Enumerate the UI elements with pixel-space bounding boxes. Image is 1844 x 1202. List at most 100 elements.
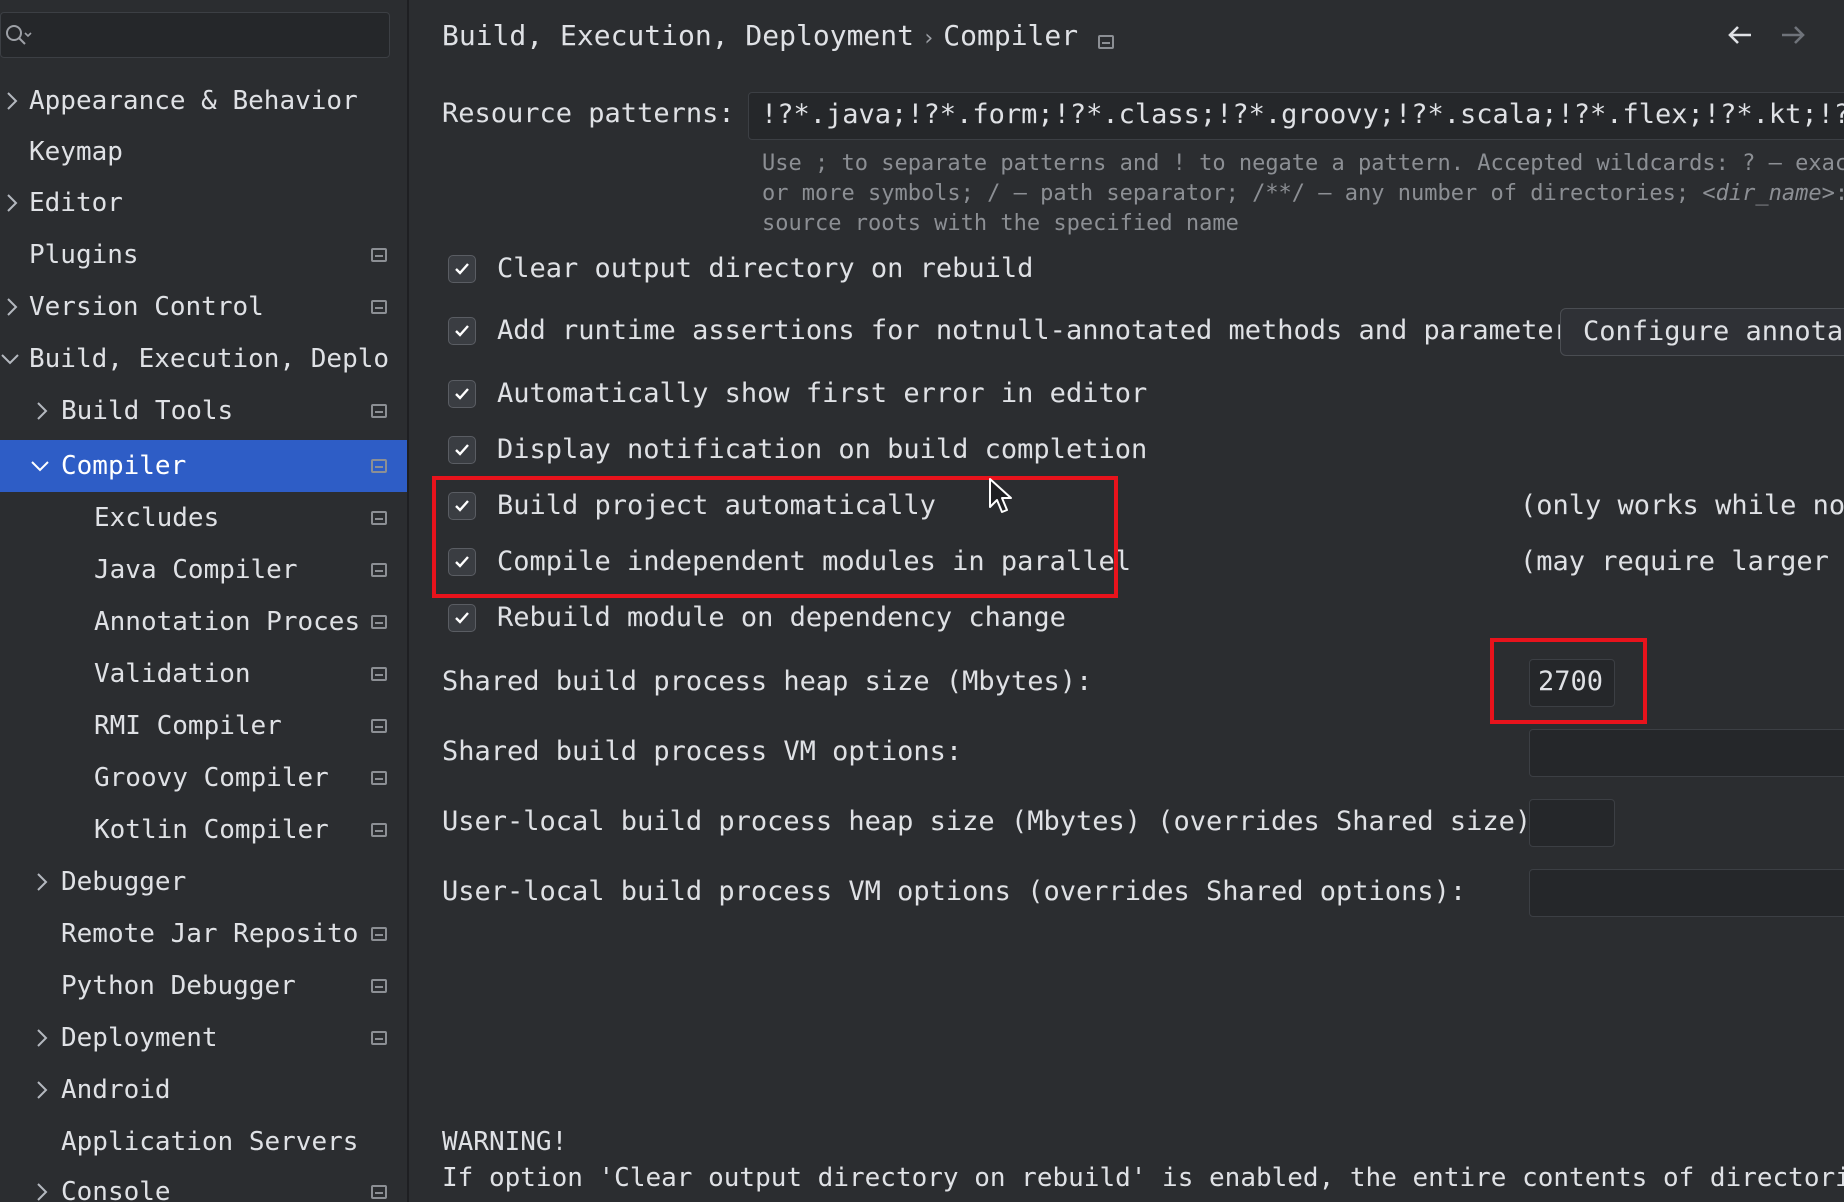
show-first-error-checkbox[interactable] (448, 380, 476, 408)
clear-output-checkbox[interactable] (448, 255, 476, 283)
sidebar-item-annotation-processors[interactable]: Annotation Proces (0, 596, 407, 648)
rebuild-module-option[interactable]: Rebuild module on dependency change (448, 597, 1248, 641)
sidebar-item-label: Build Tools (61, 396, 234, 426)
sidebar-item-label: Kotlin Compiler (94, 815, 329, 845)
settings-sidebar: Appearance & Behavior Keymap Editor Plug… (0, 0, 409, 1202)
sidebar-item-java-compiler[interactable]: Java Compiler (0, 544, 407, 596)
sidebar-item-label: Groovy Compiler (94, 763, 329, 793)
user-vm-options-input[interactable] (1529, 869, 1844, 917)
resource-patterns-hint-line3: source roots with the specified name (762, 211, 1239, 236)
sidebar-item-rmi-compiler[interactable]: RMI Compiler (0, 700, 407, 752)
project-scope-icon (371, 404, 387, 418)
checkmark-icon (455, 612, 469, 624)
chevron-right-icon (37, 1081, 48, 1099)
sidebar-item-label: Compiler (61, 451, 187, 481)
settings-search-input[interactable] (0, 12, 390, 58)
project-scope-icon (371, 459, 387, 473)
sidebar-item-appearance[interactable]: Appearance & Behavior (0, 75, 407, 127)
show-first-error-option[interactable]: Automatically show first error in editor (448, 373, 1248, 417)
highlight-build-options (432, 476, 1118, 598)
sidebar-item-validation[interactable]: Validation (0, 648, 407, 700)
sidebar-item-keymap[interactable]: Keymap (0, 126, 407, 178)
sidebar-item-label: Plugins (29, 240, 139, 270)
back-arrow-icon[interactable] (1723, 18, 1757, 52)
runtime-assertions-checkbox[interactable] (448, 317, 476, 345)
project-scope-icon (371, 1185, 387, 1199)
project-scope-icon (371, 300, 387, 314)
compile-parallel-note: (may require larger h (1520, 546, 1844, 577)
sidebar-item-build-tools[interactable]: Build Tools (0, 385, 407, 437)
chevron-right-icon (37, 1029, 48, 1047)
chevron-right-icon (37, 873, 48, 891)
sidebar-item-label: Java Compiler (94, 555, 298, 585)
chevron-right-icon (7, 92, 18, 110)
sidebar-item-deployment[interactable]: Deployment (0, 1012, 407, 1064)
display-notification-checkbox[interactable] (448, 436, 476, 464)
build-automatically-note: (only works while not (1520, 490, 1844, 521)
sidebar-item-editor[interactable]: Editor (0, 177, 407, 229)
chevron-down-icon (31, 461, 49, 472)
search-icon (6, 25, 32, 45)
project-scope-icon (1098, 35, 1115, 49)
rebuild-module-label: Rebuild module on dependency change (497, 602, 1066, 633)
configure-annotations-button[interactable]: Configure annotat (1560, 308, 1844, 356)
sidebar-item-remote-jar-repositories[interactable]: Remote Jar Reposito (0, 908, 407, 960)
user-vm-options-label: User-local build process VM options (ove… (442, 876, 1467, 907)
project-scope-icon (371, 615, 387, 629)
project-scope-icon (371, 248, 387, 262)
sidebar-item-label: RMI Compiler (94, 711, 282, 741)
display-notification-option[interactable]: Display notification on build completion (448, 429, 1248, 473)
project-scope-icon (371, 719, 387, 733)
chevron-down-icon (1, 354, 19, 365)
sidebar-item-groovy-compiler[interactable]: Groovy Compiler (0, 752, 407, 804)
show-first-error-label: Automatically show first error in editor (497, 378, 1148, 409)
sidebar-item-build-execution-deployment[interactable]: Build, Execution, Deplo (0, 333, 407, 385)
sidebar-item-label: Application Servers (61, 1127, 359, 1157)
sidebar-item-label: Console (61, 1177, 171, 1202)
sidebar-item-label: Deployment (61, 1023, 218, 1053)
clear-output-option[interactable]: Clear output directory on rebuild (448, 248, 1148, 292)
resource-patterns-hint-line1: Use ; to separate patterns and ! to nega… (762, 151, 1844, 176)
checkmark-icon (455, 388, 469, 400)
rebuild-module-checkbox[interactable] (448, 604, 476, 632)
runtime-assertions-label: Add runtime assertions for notnull-annot… (497, 315, 1587, 346)
sidebar-item-console[interactable]: Console (0, 1166, 407, 1202)
sidebar-item-label: Debugger (61, 867, 187, 897)
sidebar-item-plugins[interactable]: Plugins (0, 229, 407, 281)
project-scope-icon (371, 927, 387, 941)
resource-patterns-label: Resource patterns: (442, 98, 735, 129)
sidebar-item-kotlin-compiler[interactable]: Kotlin Compiler (0, 804, 407, 856)
sidebar-item-android[interactable]: Android (0, 1064, 407, 1116)
breadcrumb-parent[interactable]: Build, Execution, Deployment (442, 19, 914, 52)
mouse-cursor-icon (989, 478, 1012, 513)
forward-arrow-icon[interactable] (1776, 18, 1810, 52)
sidebar-item-label: Editor (29, 188, 123, 218)
sidebar-item-excludes[interactable]: Excludes (0, 492, 407, 544)
breadcrumb-current: Compiler (943, 19, 1079, 52)
resource-patterns-input[interactable]: !?*.java;!?*.form;!?*.class;!?*.groovy;!… (748, 92, 1844, 140)
resource-patterns-hint-line2: or more symbols; / — path separator; /**… (762, 181, 1844, 206)
chevron-right-icon (7, 298, 18, 316)
runtime-assertions-option[interactable]: Add runtime assertions for notnull-annot… (448, 310, 1586, 354)
sidebar-item-version-control[interactable]: Version Control (0, 281, 407, 333)
sidebar-item-python-debugger[interactable]: Python Debugger (0, 960, 407, 1012)
sidebar-item-debugger[interactable]: Debugger (0, 856, 407, 908)
sidebar-item-compiler[interactable]: Compiler (0, 440, 407, 492)
sidebar-item-label: Python Debugger (61, 971, 296, 1001)
sidebar-item-label: Annotation Proces (94, 607, 360, 637)
project-scope-icon (371, 667, 387, 681)
sidebar-item-label: Keymap (29, 137, 123, 167)
sidebar-item-application-servers[interactable]: Application Servers (0, 1116, 407, 1168)
sidebar-item-label: Excludes (94, 503, 220, 533)
clear-output-label: Clear output directory on rebuild (497, 253, 1034, 284)
warning-text: If option 'Clear output directory on reb… (442, 1163, 1844, 1193)
shared-vm-options-input[interactable] (1529, 729, 1844, 777)
project-scope-icon (371, 823, 387, 837)
sidebar-item-label: Android (61, 1075, 171, 1105)
settings-content: Build, Execution, Deployment › Compiler Re… (409, 0, 1844, 1202)
highlight-heap-size (1490, 638, 1647, 724)
user-heap-input[interactable] (1529, 799, 1615, 847)
checkmark-icon (455, 444, 469, 456)
sidebar-item-label: Appearance & Behavior (29, 86, 358, 116)
project-scope-icon (371, 511, 387, 525)
